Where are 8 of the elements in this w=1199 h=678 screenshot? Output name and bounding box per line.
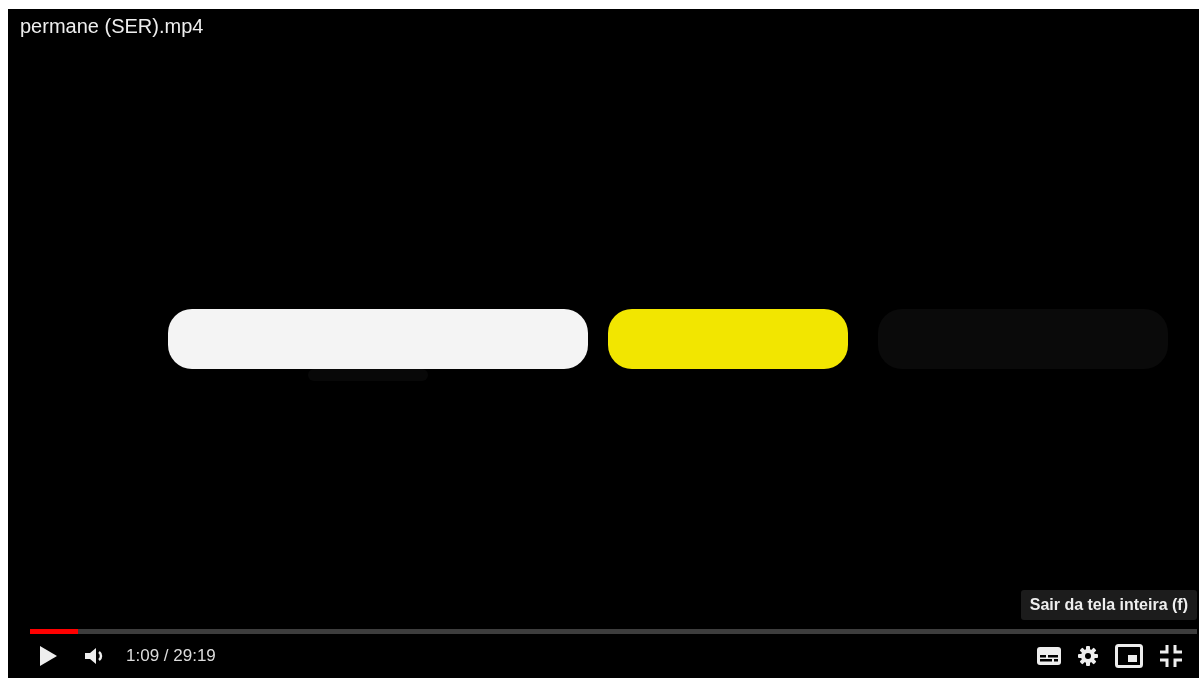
exit-fullscreen-button[interactable] (1159, 644, 1183, 668)
video-title: permane (SER).mp4 (20, 15, 204, 38)
progress-bar[interactable] (30, 629, 1197, 634)
time-display: 1:09 / 29:19 (126, 646, 216, 666)
subtitles-button[interactable] (1037, 646, 1061, 666)
play-button[interactable] (38, 645, 58, 667)
tooltip: Sair da tela inteira (f) (1020, 590, 1197, 620)
miniplayer-button[interactable] (1115, 644, 1143, 668)
